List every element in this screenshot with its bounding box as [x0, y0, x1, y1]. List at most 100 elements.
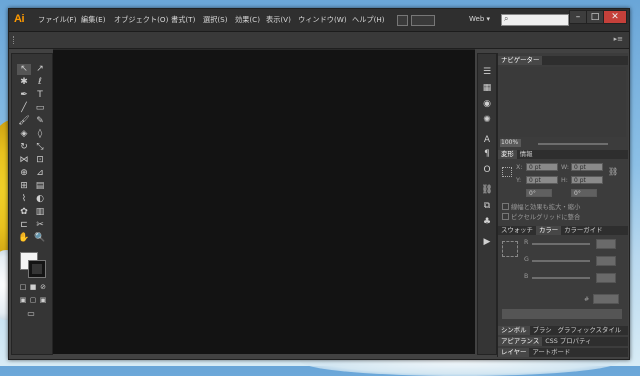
y-field[interactable]: 0 pt — [526, 176, 558, 184]
x-field[interactable]: 0 pt — [526, 163, 558, 171]
free-transform-tool-icon[interactable]: ⊡ — [33, 155, 47, 166]
tab-info[interactable]: 情報 — [517, 150, 536, 159]
document-canvas[interactable] — [53, 49, 475, 354]
search-input[interactable]: ⌕ — [501, 14, 569, 26]
blend-tool-icon[interactable]: ◐ — [33, 194, 47, 205]
appearance-panel-icon[interactable]: ◉ — [480, 98, 494, 110]
links-panel-icon[interactable]: ⛓ — [480, 184, 494, 196]
tab-css-properties[interactable]: CSS プロパティ — [542, 337, 594, 346]
g-field[interactable] — [596, 256, 616, 266]
g-label: G — [524, 256, 529, 263]
tab-appearance[interactable]: アピアランス — [498, 337, 543, 346]
shape-builder-tool-icon[interactable]: ⊕ — [17, 168, 31, 179]
h-field[interactable]: 0 pt — [571, 176, 603, 184]
scale-tool-icon[interactable]: ⤡ — [33, 142, 47, 153]
mesh-tool-icon[interactable]: ⊞ — [17, 181, 31, 192]
rotate-field[interactable]: 0° — [526, 189, 552, 197]
rotate-tool-icon[interactable]: ↻ — [17, 142, 31, 153]
constrain-proportions-icon[interactable]: ⛓ — [608, 167, 618, 176]
paragraph-panel-icon[interactable]: ¶ — [480, 148, 494, 160]
perspective-grid-tool-icon[interactable]: ⊿ — [33, 168, 47, 179]
illustrator-window: Ai ファイル(F) 編集(E) オブジェクト(O) 書式(T) 選択(S) 効… — [8, 8, 630, 360]
width-tool-icon[interactable]: ⋈ — [17, 155, 31, 166]
blob-brush-tool-icon[interactable]: ◈ — [17, 129, 31, 140]
w-field[interactable]: 0 pt — [571, 163, 603, 171]
reference-point-icon[interactable] — [502, 167, 512, 177]
close-button[interactable]: ✕ — [603, 10, 627, 24]
layers-panel-icon[interactable]: ☰ — [480, 66, 494, 78]
tab-symbols[interactable]: シンボル — [498, 326, 530, 335]
tab-transform[interactable]: 変形 — [498, 150, 517, 159]
menu-effect[interactable]: 効果(C) — [235, 15, 260, 25]
hand-tool-icon[interactable]: ✋ — [17, 233, 31, 244]
hex-field[interactable] — [593, 294, 619, 304]
pixel-grid-checkbox[interactable] — [502, 213, 509, 220]
menu-select[interactable]: 選択(S) — [203, 15, 228, 25]
symbol-sprayer-tool-icon[interactable]: ✿ — [17, 207, 31, 218]
b-slider[interactable] — [532, 277, 590, 279]
b-field[interactable] — [596, 273, 616, 283]
minimize-button[interactable]: – — [569, 10, 587, 24]
artboards-panel-icon[interactable]: ⧉ — [480, 200, 494, 212]
lasso-tool-icon[interactable]: ℓ — [33, 77, 47, 88]
character-panel-icon[interactable]: A — [480, 134, 494, 146]
type-tool-icon[interactable]: T — [33, 90, 47, 101]
r-field[interactable] — [596, 239, 616, 249]
navigator-zoom-field[interactable]: 100% — [500, 139, 521, 147]
control-bar: ▸≡ — [9, 32, 629, 49]
tab-color[interactable]: カラー — [535, 226, 562, 235]
color-fill-stroke-icon[interactable] — [502, 241, 518, 257]
selection-tool-icon[interactable]: ↖ — [17, 64, 31, 75]
tab-swatches[interactable]: スウォッチ — [498, 226, 536, 235]
pen-tool-icon[interactable]: ✒ — [17, 90, 31, 101]
tab-graphic-styles[interactable]: グラフィックスタイル — [555, 326, 625, 335]
gradient-tool-icon[interactable]: ▤ — [33, 181, 47, 192]
arrange-documents-button[interactable] — [411, 15, 435, 26]
g-slider[interactable] — [532, 260, 590, 262]
menu-object[interactable]: オブジェクト(O) — [114, 15, 168, 25]
menu-file[interactable]: ファイル(F) — [38, 15, 77, 25]
graphic-styles-panel-icon[interactable]: ✺ — [480, 114, 494, 126]
menu-view[interactable]: 表示(V) — [266, 15, 291, 25]
swatches-panel-icon[interactable]: ▦ — [480, 82, 494, 94]
screen-mode-icon[interactable]: ▭ — [24, 308, 38, 319]
navigator-zoom-slider[interactable] — [538, 143, 608, 145]
slice-tool-icon[interactable]: ✂ — [33, 220, 47, 231]
actions-panel-icon[interactable]: ▶ — [480, 236, 494, 248]
tab-artboards[interactable]: アートボード — [529, 348, 573, 357]
zoom-tool-icon[interactable]: 🔍 — [33, 233, 47, 244]
tab-layers[interactable]: レイヤー — [498, 348, 530, 357]
maximize-button[interactable]: □ — [586, 10, 604, 24]
menu-type[interactable]: 書式(T) — [171, 15, 195, 25]
control-bar-menu-icon[interactable]: ▸≡ — [614, 35, 623, 43]
draw-inside-icon[interactable]: ▣ — [36, 295, 50, 306]
opentype-panel-icon[interactable]: O — [480, 164, 494, 176]
menu-edit[interactable]: 編集(E) — [81, 15, 106, 25]
eyedropper-tool-icon[interactable]: ⌇ — [17, 194, 31, 205]
direct-selection-tool-icon[interactable]: ↗ — [33, 64, 47, 75]
magic-wand-tool-icon[interactable]: ✱ — [17, 77, 31, 88]
menu-bar: Ai ファイル(F) 編集(E) オブジェクト(O) 書式(T) 選択(S) 効… — [9, 9, 629, 32]
column-graph-tool-icon[interactable]: ▥ — [33, 207, 47, 218]
menu-window[interactable]: ウィンドウ(W) — [298, 15, 347, 25]
pencil-tool-icon[interactable]: ✎ — [33, 116, 47, 127]
tab-color-guide[interactable]: カラーガイド — [561, 226, 605, 235]
artboard-tool-icon[interactable]: ⊏ — [17, 220, 31, 231]
line-tool-icon[interactable]: ╱ — [17, 103, 31, 114]
stroke-swatch[interactable] — [28, 260, 46, 278]
eraser-tool-icon[interactable]: ◊ — [33, 129, 47, 140]
color-spectrum[interactable] — [502, 309, 622, 319]
bridge-button[interactable] — [397, 15, 408, 26]
workspace-switcher[interactable]: Web ▾ — [469, 15, 490, 23]
rectangle-tool-icon[interactable]: ▭ — [33, 103, 47, 114]
r-slider[interactable] — [532, 243, 590, 245]
tab-navigator[interactable]: ナビゲーター — [498, 56, 543, 65]
control-bar-grip-icon[interactable] — [13, 36, 16, 44]
paintbrush-tool-icon[interactable]: 🖌 — [17, 116, 31, 127]
shear-field[interactable]: 0° — [571, 189, 597, 197]
symbols-panel-icon[interactable]: ♣ — [480, 216, 494, 228]
tab-brushes[interactable]: ブラシ — [530, 326, 555, 335]
none-mode-icon[interactable]: ⊘ — [36, 282, 50, 293]
scale-strokes-checkbox[interactable] — [502, 203, 509, 210]
menu-help[interactable]: ヘルプ(H) — [352, 15, 385, 25]
